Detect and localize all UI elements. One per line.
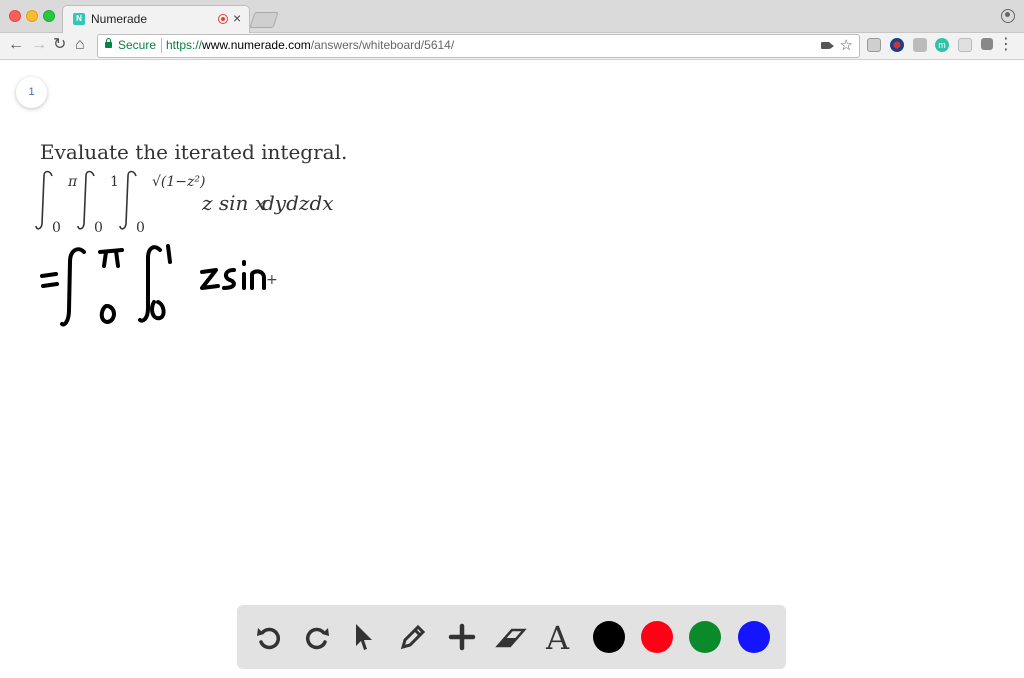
differentials: dydzdx xyxy=(262,191,334,215)
profile-icon[interactable] xyxy=(1001,9,1015,23)
upper-limit-3: √(1−z²) xyxy=(152,174,205,190)
color-black-swatch[interactable] xyxy=(593,621,625,653)
camera-icon[interactable] xyxy=(821,42,834,49)
extension-flag-icon[interactable] xyxy=(890,38,904,52)
extension-icon[interactable] xyxy=(867,38,881,52)
text-icon[interactable]: A xyxy=(542,619,578,655)
iterated-integral: π 0 1 0 √(1−z²) 0 z sin x dydzdx xyxy=(35,168,356,238)
color-green-swatch[interactable] xyxy=(689,621,721,653)
extension-icon[interactable] xyxy=(913,38,927,52)
lock-icon xyxy=(105,38,112,48)
new-tab-button[interactable] xyxy=(249,12,279,28)
color-blue-swatch[interactable] xyxy=(738,621,770,653)
lower-limit-2: 0 xyxy=(94,220,103,236)
secure-label: Secure xyxy=(118,38,157,52)
page-number-badge[interactable]: 1 xyxy=(16,77,47,108)
browser-tab[interactable]: N Numerade × xyxy=(62,5,250,33)
upper-limit-1: π xyxy=(67,174,78,190)
url-text[interactable]: https://www.numerade.com/answers/whitebo… xyxy=(166,38,454,52)
extension-icon[interactable] xyxy=(981,38,993,50)
cursor-plus-icon: + xyxy=(266,272,278,288)
recording-icon xyxy=(218,14,228,24)
url-scheme: https:// xyxy=(166,38,203,52)
eraser-icon[interactable] xyxy=(493,619,529,655)
bookmark-star-icon[interactable]: ☆ xyxy=(840,36,853,54)
minimize-window-button[interactable] xyxy=(26,10,38,22)
address-separator xyxy=(161,38,162,53)
reload-icon[interactable]: ↻ xyxy=(53,35,66,55)
extension-icon[interactable] xyxy=(958,38,972,52)
maximize-window-button[interactable] xyxy=(43,10,55,22)
pencil-icon[interactable] xyxy=(395,619,431,655)
handwritten-work: + xyxy=(36,240,336,335)
tab-close-icon[interactable]: × xyxy=(233,10,241,26)
lower-limit-1: 0 xyxy=(52,220,61,236)
url-host: www.numerade.com xyxy=(202,38,311,52)
lower-limit-3: 0 xyxy=(136,220,145,236)
browser-menu-icon[interactable]: ⋮ xyxy=(998,35,1014,55)
svg-text:A: A xyxy=(545,621,570,653)
integrand: z sin x xyxy=(201,191,266,215)
question-text: Evaluate the iterated integral. xyxy=(40,140,348,164)
redo-icon[interactable] xyxy=(299,619,335,655)
forward-icon[interactable]: → xyxy=(31,35,47,55)
integral-formula: π 0 1 0 √(1−z²) 0 z sin x dydzdx xyxy=(35,170,334,236)
browser-toolbar: ← → ↻ ⌂ Secure https://www.numerade.com/… xyxy=(0,33,1024,60)
home-icon[interactable]: ⌂ xyxy=(75,35,85,55)
extension-m-icon[interactable]: m xyxy=(935,38,949,52)
tab-title: Numerade xyxy=(91,12,148,26)
url-path: /answers/whiteboard/5614/ xyxy=(310,38,455,52)
color-red-swatch[interactable] xyxy=(641,621,673,653)
undo-icon[interactable] xyxy=(251,619,287,655)
back-icon[interactable]: ← xyxy=(8,35,24,55)
pointer-icon[interactable] xyxy=(346,619,382,655)
close-window-button[interactable] xyxy=(9,10,21,22)
address-bar[interactable]: Secure https://www.numerade.com/answers/… xyxy=(97,34,860,58)
numerade-favicon-icon: N xyxy=(73,13,85,25)
handwritten-strokes: + xyxy=(40,244,278,327)
plus-icon[interactable] xyxy=(444,619,480,655)
upper-limit-2: 1 xyxy=(110,174,119,190)
browser-tab-bar: N Numerade × xyxy=(0,0,1024,33)
whiteboard-toolbar: A xyxy=(237,605,786,669)
